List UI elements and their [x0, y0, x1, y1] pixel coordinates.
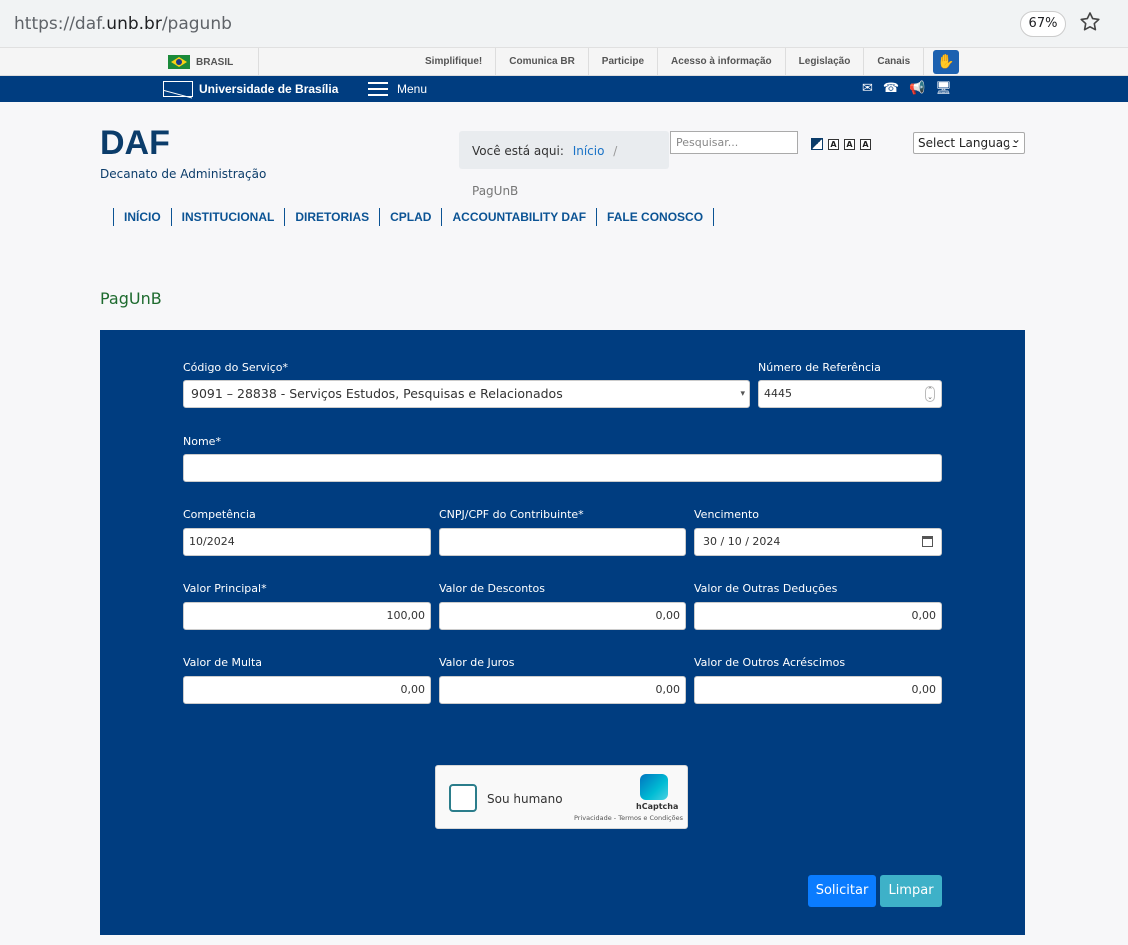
gov-link-canais[interactable]: Canais: [864, 48, 925, 76]
nome-input[interactable]: [183, 454, 942, 482]
font-decrease-button[interactable]: A: [828, 139, 839, 150]
juros-input[interactable]: 0,00: [439, 676, 686, 704]
megaphone-icon[interactable]: 📢: [909, 80, 925, 96]
site-subtitle: Decanato de Administração: [100, 167, 267, 181]
phone-icon[interactable]: ☎: [883, 80, 899, 96]
principal-label: Valor Principal*: [183, 582, 267, 595]
breadcrumb-home-link[interactable]: Início: [573, 144, 605, 158]
browser-address-bar: https://daf.unb.br/pagunb 67%: [0, 0, 1128, 48]
url-field[interactable]: https://daf.unb.br/pagunb: [14, 14, 232, 34]
site-title[interactable]: DAF: [100, 124, 170, 163]
acrescimos-label: Valor de Outros Acréscimos: [694, 656, 846, 669]
nav-accountability[interactable]: ACCOUNTABILITY DAF: [441, 208, 596, 226]
menu-label[interactable]: Menu: [397, 82, 427, 96]
breadcrumb: Você está aqui: Início / PagUnB: [459, 131, 669, 198]
servico-select[interactable]: 9091 – 28838 - Serviços Estudos, Pesquis…: [183, 380, 750, 408]
gov-links: Simplifique! Comunica BR Participe Acess…: [412, 48, 925, 76]
descontos-input[interactable]: 0,00: [439, 602, 686, 630]
mail-icon[interactable]: ✉: [862, 80, 873, 96]
monitor-icon[interactable]: 🖥: [935, 80, 952, 96]
divider: [258, 48, 259, 76]
servico-label: Código do Serviço*: [183, 361, 288, 374]
contrast-toggle-icon[interactable]: [811, 138, 823, 150]
number-spinner-icon[interactable]: ⌃ ⌄: [925, 386, 935, 402]
nome-label: Nome*: [183, 435, 221, 448]
acrescimos-input[interactable]: 0,00: [694, 676, 942, 704]
gov-link-acesso[interactable]: Acesso à informação: [658, 48, 786, 76]
cnpj-input[interactable]: [439, 528, 686, 556]
gov-link-comunica[interactable]: Comunica BR: [496, 48, 589, 76]
nav-institucional[interactable]: INSTITUCIONAL: [170, 208, 285, 226]
referencia-label: Número de Referência: [758, 361, 881, 374]
font-increase-button[interactable]: A: [860, 139, 871, 150]
cnpj-label: CNPJ/CPF do Contribuinte*: [439, 508, 584, 521]
breadcrumb-prefix: Você está aqui:: [472, 144, 564, 158]
brasil-link[interactable]: BRASIL: [168, 54, 233, 70]
competencia-input[interactable]: 10/2024: [183, 528, 431, 556]
vlibras-hand-icon[interactable]: ✋: [933, 50, 959, 74]
gov-link-legislacao[interactable]: Legislação: [786, 48, 865, 76]
unb-bar: Universidade de Brasília Menu ✉ ☎ 📢 🖥: [0, 76, 1128, 102]
hamburger-menu-icon[interactable]: [368, 82, 388, 96]
captcha-brand: hCaptcha: [636, 802, 679, 811]
hcaptcha-widget: Sou humano hCaptcha Privacidade - Termos…: [435, 765, 688, 829]
multa-label: Valor de Multa: [183, 656, 263, 669]
deducoes-input[interactable]: 0,00: [694, 602, 942, 630]
nav-diretorias[interactable]: DIRETORIAS: [284, 208, 379, 226]
search-input[interactable]: Pesquisar...: [670, 131, 798, 154]
descontos-label: Valor de Descontos: [439, 582, 545, 595]
vencimento-value: 30 / 10 / 2024: [703, 535, 781, 548]
breadcrumb-current: PagUnB: [472, 184, 519, 198]
pagunb-form: Código do Serviço* 9091 – 28838 - Serviç…: [100, 330, 1025, 935]
solicitar-button[interactable]: Solicitar: [808, 875, 876, 907]
calendar-icon[interactable]: [922, 536, 933, 547]
font-reset-button[interactable]: A: [844, 139, 855, 150]
referencia-value: 4445: [764, 387, 792, 400]
unb-name[interactable]: Universidade de Brasília: [199, 82, 338, 96]
captcha-label: Sou humano: [487, 792, 563, 806]
font-size-controls: A A A: [828, 139, 871, 150]
url-domain: unb.br: [106, 14, 162, 34]
competencia-label: Competência: [183, 508, 256, 521]
language-select[interactable]: Select Language: [913, 132, 1025, 154]
gov-link-participe[interactable]: Participe: [589, 48, 659, 76]
unb-quick-icons: ✉ ☎ 📢 🖥: [862, 80, 952, 96]
referencia-input[interactable]: 4445 ⌃ ⌄: [758, 380, 942, 408]
brasil-label: BRASIL: [196, 56, 234, 68]
limpar-button[interactable]: Limpar: [880, 875, 942, 907]
vencimento-label: Vencimento: [694, 508, 760, 521]
captcha-checkbox[interactable]: [449, 784, 477, 812]
unb-logo-icon[interactable]: [163, 81, 193, 97]
vencimento-input[interactable]: 30 / 10 / 2024: [694, 528, 942, 556]
captcha-terms-link[interactable]: Privacidade - Termos e Condições: [574, 814, 683, 822]
hcaptcha-logo-icon: [640, 774, 668, 800]
nav-inicio[interactable]: INÍCIO: [113, 208, 171, 226]
bookmark-star-icon[interactable]: [1078, 10, 1102, 34]
nav-cplad[interactable]: CPLAD: [379, 208, 441, 226]
zoom-indicator[interactable]: 67%: [1020, 11, 1066, 37]
nav-fale-conosco[interactable]: FALE CONOSCO: [596, 208, 715, 226]
deducoes-label: Valor de Outras Deduções: [694, 582, 838, 595]
juros-label: Valor de Juros: [439, 656, 515, 669]
breadcrumb-separator: /: [613, 144, 618, 158]
url-path: /pagunb: [161, 14, 232, 34]
multa-input[interactable]: 0,00: [183, 676, 431, 704]
principal-input[interactable]: 100,00: [183, 602, 431, 630]
gov-link-simplifique[interactable]: Simplifique!: [412, 48, 497, 76]
url-prefix: https://daf.: [14, 14, 107, 34]
brazil-flag-icon: [168, 55, 190, 69]
main-nav: INÍCIO INSTITUCIONAL DIRETORIAS CPLAD AC…: [113, 208, 715, 226]
page-title: PagUnB: [100, 289, 162, 308]
